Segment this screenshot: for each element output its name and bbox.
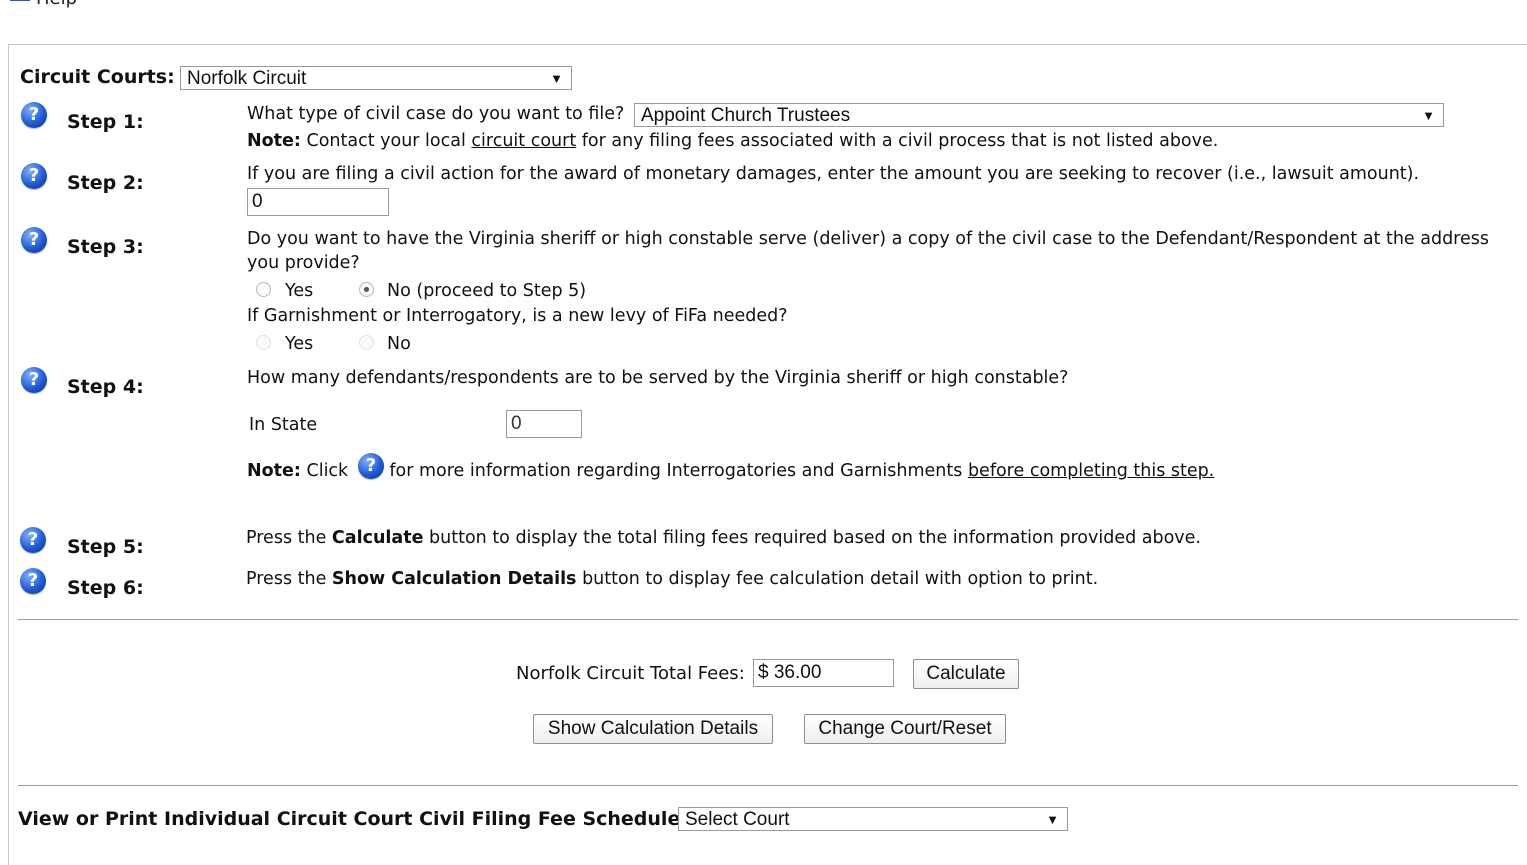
chevron-down-icon: ▼ (1046, 812, 1059, 827)
help-question-icon[interactable]: ? (21, 227, 47, 253)
step-2-label: Step 2: (67, 172, 144, 194)
serve-no-label: No (proceed to Step 5) (387, 281, 587, 301)
fee-schedule-label: View or Print Individual Circuit Court C… (18, 808, 688, 830)
step-6-text-b: button to display fee calculation detail… (582, 569, 1099, 589)
note-text: for more information regarding Interroga… (389, 461, 963, 481)
help-question-icon[interactable]: ? (21, 163, 47, 189)
help-question-icon[interactable]: ? (21, 367, 47, 393)
total-fees-label: Norfolk Circuit Total Fees: (516, 663, 745, 684)
step-6-text-bold: Show Calculation Details (331, 569, 577, 589)
step-5-text-a: Press the (246, 528, 327, 548)
serve-yes-label: Yes (285, 281, 314, 301)
circuit-court-select[interactable]: Norfolk Circuit ▼ (180, 66, 572, 90)
show-calculation-details-button[interactable]: Show Calculation Details (533, 714, 773, 744)
serve-no-radio[interactable] (359, 282, 374, 297)
step-1-note: Note: Contact your local circuit court f… (247, 131, 1218, 151)
levy-yes-label: Yes (285, 334, 314, 354)
step-1-label: Step 1: (67, 111, 144, 133)
note-label: Note: (247, 461, 301, 481)
levy-no-label: No (387, 334, 411, 354)
help-question-icon[interactable]: ? (21, 102, 47, 128)
step-5-text-b: button to display the total filing fees … (429, 528, 1201, 548)
circuit-court-selected-value: Norfolk Circuit (187, 68, 307, 89)
calculate-button[interactable]: Calculate (913, 659, 1019, 689)
help-question-icon[interactable]: ? (358, 453, 384, 479)
help-dash-icon (10, 0, 30, 1)
case-type-select[interactable]: Appoint Church Trustees ▼ (634, 103, 1444, 127)
step-6-text: Press the Show Calculation Details butto… (246, 569, 1098, 589)
step-5-text-bold: Calculate (331, 528, 424, 548)
step-6-text-a: Press the (246, 569, 327, 589)
levy-no-radio[interactable] (359, 335, 374, 350)
note-text: Click (306, 461, 349, 481)
change-court-reset-button[interactable]: Change Court/Reset (804, 714, 1006, 744)
step-4-note: Note: Click for more information regardi… (247, 461, 1214, 481)
note-text: Contact your local (306, 131, 466, 151)
divider (18, 785, 1518, 786)
in-state-count-input[interactable]: 0 (506, 410, 582, 438)
lawsuit-amount-input[interactable]: 0 (247, 188, 389, 216)
levy-question: If Garnishment or Interrogatory, is a ne… (247, 306, 788, 326)
help-question-icon[interactable]: ? (20, 527, 46, 553)
circuit-courts-label: Circuit Courts: (20, 66, 175, 88)
serve-yes-radio[interactable] (256, 282, 271, 297)
levy-yes-radio[interactable] (256, 335, 271, 350)
before-completing-link[interactable]: before completing this step. (968, 461, 1214, 481)
fee-schedule-court-select[interactable]: Select Court ▼ (678, 807, 1068, 831)
note-text: for any filing fees associated with a ci… (581, 131, 1219, 151)
in-state-label: In State (249, 415, 318, 435)
help-question-icon[interactable]: ? (20, 568, 46, 594)
step-1-question: What type of civil case do you want to f… (247, 104, 625, 124)
step-3-label: Step 3: (67, 236, 144, 258)
step-4-label: Step 4: (67, 376, 144, 398)
help-link[interactable]: Help (10, 0, 77, 9)
case-type-selected-value: Appoint Church Trustees (641, 105, 851, 126)
step-4-question: How many defendants/respondents are to b… (247, 368, 1069, 388)
step-5-label: Step 5: (67, 536, 144, 558)
chevron-down-icon: ▼ (550, 71, 563, 86)
step-5-text: Press the Calculate button to display th… (246, 528, 1201, 548)
chevron-down-icon: ▼ (1422, 108, 1435, 123)
divider (18, 619, 1518, 620)
step-3-question-line2: you provide? (247, 253, 360, 273)
step-3-question-line1: Do you want to have the Virginia sheriff… (247, 229, 1489, 249)
note-label: Note: (247, 131, 301, 151)
total-fees-field: $ 36.00 (753, 659, 894, 687)
step-6-label: Step 6: (67, 577, 144, 599)
step-2-question: If you are filing a civil action for the… (247, 164, 1420, 184)
circuit-court-link[interactable]: circuit court (471, 131, 576, 151)
fee-schedule-selected-value: Select Court (685, 809, 790, 830)
